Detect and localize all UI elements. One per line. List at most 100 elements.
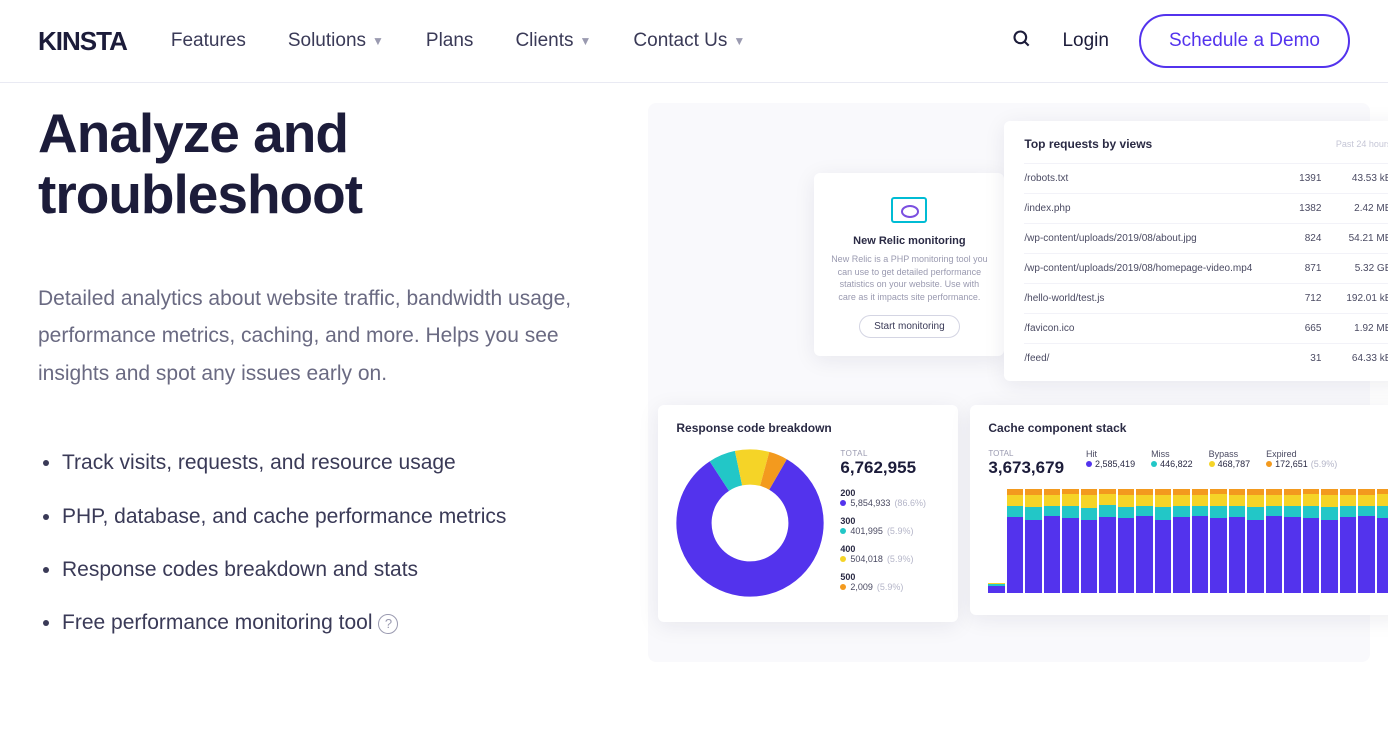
status-code: 500 <box>840 572 926 582</box>
stat-value: 401,995 <box>850 526 883 536</box>
bar <box>1321 488 1338 593</box>
bar <box>1210 488 1227 593</box>
bar-segment <box>1025 507 1042 520</box>
bar-segment <box>1247 495 1264 507</box>
nav-item-features[interactable]: Features <box>171 30 246 52</box>
legend-value: 446,822 <box>1160 459 1193 469</box>
bar-segment <box>1229 517 1246 593</box>
bar-segment <box>1210 506 1227 519</box>
legend-label: Bypass <box>1209 449 1251 459</box>
bar-segment <box>1210 518 1227 593</box>
bar-segment <box>1192 516 1209 593</box>
bar-segment <box>1025 495 1042 507</box>
request-size: 5.32 GB <box>1321 263 1388 274</box>
bar-segment <box>1377 518 1388 593</box>
color-dot <box>840 556 846 562</box>
card-title: Cache component stack <box>988 421 1388 435</box>
eye-icon <box>891 197 927 223</box>
feature-item: Response codes breakdown and stats <box>62 555 598 584</box>
login-link[interactable]: Login <box>1062 30 1109 52</box>
nav-label: Plans <box>426 30 474 52</box>
bar-segment <box>1321 520 1338 594</box>
table-row: /robots.txt139143.53 kB <box>1024 163 1388 193</box>
legend-item: Bypass468,787 <box>1209 449 1251 469</box>
nav-left: KINSTA Features Solutions▼ Plans Clients… <box>38 26 745 57</box>
request-views: 665 <box>1273 323 1321 334</box>
bar-segment <box>1377 506 1388 519</box>
total-label: TOTAL <box>840 449 926 458</box>
help-icon[interactable]: ? <box>378 614 398 634</box>
nav-item-clients[interactable]: Clients▼ <box>515 30 591 52</box>
request-views: 712 <box>1273 293 1321 304</box>
request-path: /wp-content/uploads/2019/08/about.jpg <box>1024 233 1273 244</box>
stat-row: 5002,009 (5.9%) <box>840 572 926 592</box>
bar-segment <box>1358 516 1375 593</box>
bar <box>1303 488 1320 593</box>
color-dot <box>840 584 846 590</box>
dashboard-preview: New Relic monitoring New Relic is a PHP … <box>648 103 1370 662</box>
nav-item-solutions[interactable]: Solutions▼ <box>288 30 384 52</box>
main-nav: KINSTA Features Solutions▼ Plans Clients… <box>0 0 1388 83</box>
bar-segment <box>1247 507 1264 520</box>
bar-segment <box>1321 507 1338 520</box>
nav-label: Clients <box>515 30 573 52</box>
bar-segment <box>1007 517 1024 593</box>
legend-pct: (5.9%) <box>1311 459 1338 469</box>
request-size: 54.21 MB <box>1321 233 1388 244</box>
request-size: 64.33 kB <box>1321 353 1388 364</box>
bar-segment <box>1007 506 1024 518</box>
bar <box>1173 488 1190 593</box>
request-views: 1382 <box>1273 203 1321 214</box>
table-row: /index.php13822.42 MB <box>1024 193 1388 223</box>
table-row: /wp-content/uploads/2019/08/homepage-vid… <box>1024 253 1388 283</box>
bar-segment <box>1340 495 1357 506</box>
bar-segment <box>1192 506 1209 517</box>
logo[interactable]: KINSTA <box>38 26 127 57</box>
stat-pct: (5.9%) <box>887 554 914 564</box>
request-path: /favicon.ico <box>1024 323 1273 334</box>
bar-segment <box>1118 495 1135 507</box>
period-label: Past 24 hours <box>1336 139 1388 149</box>
bar-segment <box>1303 494 1320 506</box>
status-code: 200 <box>840 488 926 498</box>
stat-row: 400504,018 (5.9%) <box>840 544 926 564</box>
request-rows: /robots.txt139143.53 kB/index.php13822.4… <box>1024 163 1388 373</box>
chevron-down-icon: ▼ <box>733 34 745 48</box>
bar-segment <box>1173 517 1190 593</box>
nav-menu: Features Solutions▼ Plans Clients▼ Conta… <box>171 30 745 52</box>
nav-item-contact[interactable]: Contact Us▼ <box>633 30 745 52</box>
chevron-down-icon: ▼ <box>372 34 384 48</box>
bar-segment <box>1155 495 1172 507</box>
search-icon[interactable] <box>1012 29 1032 54</box>
donut-chart <box>676 449 824 597</box>
cache-component-card: Cache component stack TOTAL 3,673,679 Hi… <box>970 405 1388 615</box>
bar-segment <box>1044 506 1061 517</box>
bar-segment <box>1155 507 1172 520</box>
bar-segment <box>1284 495 1301 506</box>
request-path: /feed/ <box>1024 353 1273 364</box>
feature-text: Free performance monitoring tool <box>62 611 372 634</box>
schedule-demo-button[interactable]: Schedule a Demo <box>1139 14 1350 68</box>
stat-pct: (86.6%) <box>894 498 926 508</box>
bar-segment <box>1099 517 1116 593</box>
legend-item: Miss446,822 <box>1151 449 1193 469</box>
request-views: 31 <box>1273 353 1321 364</box>
bar-segment <box>1025 520 1042 594</box>
bar <box>1136 488 1153 593</box>
feature-item: Track visits, requests, and resource usa… <box>62 448 598 477</box>
bar-segment <box>988 586 1005 593</box>
bar <box>1340 488 1357 593</box>
new-relic-card: New Relic monitoring New Relic is a PHP … <box>814 173 1004 356</box>
bar <box>1025 488 1042 593</box>
bar-segment <box>1247 520 1264 594</box>
bar-segment <box>1118 518 1135 593</box>
color-dot <box>1086 461 1092 467</box>
bar-segment <box>1229 495 1246 506</box>
bar-segment <box>1136 516 1153 593</box>
nav-item-plans[interactable]: Plans <box>426 30 474 52</box>
bar <box>1081 488 1098 593</box>
bar-segment <box>1321 495 1338 507</box>
bar-segment <box>1340 517 1357 593</box>
legend-label: Miss <box>1151 449 1193 459</box>
start-monitoring-button[interactable]: Start monitoring <box>859 315 960 338</box>
